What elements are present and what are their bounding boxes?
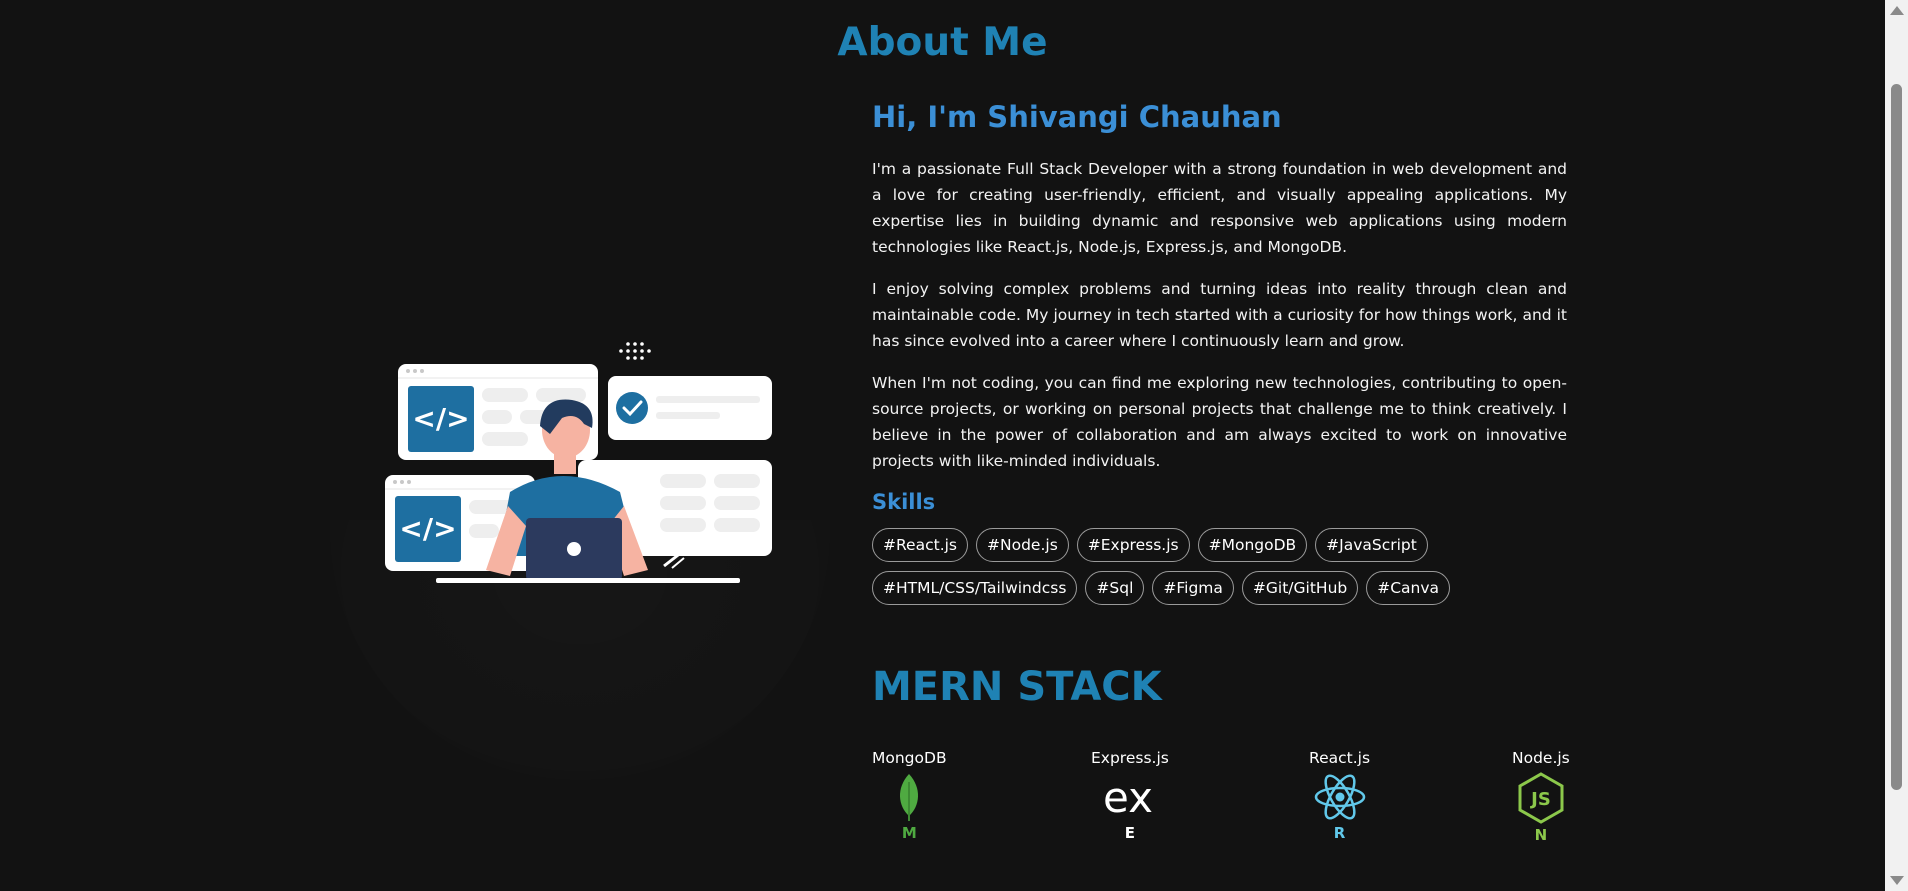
svg-text:</>: </> [412, 402, 469, 435]
svg-text:JS: JS [1529, 789, 1551, 810]
section-title: About Me [837, 20, 1048, 65]
express-icon: ex [1103, 773, 1153, 822]
mongodb-leaf-icon [900, 774, 919, 821]
stack-letter-m: M [901, 824, 917, 842]
react-atom-icon [1314, 774, 1365, 820]
skill-tag-mongodb[interactable]: #MongoDB [1197, 528, 1308, 562]
stack-item-react: React.js R [1309, 748, 1370, 842]
skill-tag-javascript[interactable]: #JavaScript [1315, 528, 1428, 562]
svg-text:ex: ex [1103, 773, 1153, 822]
stack-label-node: Node.js [1512, 749, 1570, 767]
stack-item-express: Express.js ex E [1091, 748, 1169, 842]
nodejs-hexagon-icon: JS [1518, 772, 1564, 824]
skill-tag-html-css-tailwind[interactable]: #HTML/CSS/Tailwindcss [872, 571, 1078, 605]
skill-tag-git-github[interactable]: #Git/GitHub [1241, 571, 1359, 605]
bio-paragraph-1: I'm a passionate Full Stack Developer wi… [872, 160, 1567, 256]
skill-tag-node[interactable]: #Node.js [976, 528, 1069, 562]
stack-label-mongodb: MongoDB [872, 749, 947, 767]
developer-illustration: </> </> [385, 342, 772, 583]
scrollbar-thumb[interactable] [1891, 84, 1902, 790]
dots-grid [619, 342, 651, 360]
scroll-down-arrow-icon[interactable] [1890, 876, 1904, 885]
skill-tag-sql[interactable]: #Sql [1085, 571, 1145, 605]
scroll-up-arrow-icon[interactable] [1890, 6, 1904, 15]
bio-paragraph-3: When I'm not coding, you can find me exp… [872, 374, 1567, 470]
vertical-scrollbar[interactable] [1885, 0, 1908, 891]
about-content: Hi, I'm Shivangi Chauhan I'm a passionat… [872, 96, 1567, 605]
bio-paragraph-2: I enjoy solving complex problems and tur… [872, 280, 1567, 350]
about-section: About Me </> </> Hi, I'm Shivangi Chauha… [0, 0, 1885, 891]
check-card [608, 376, 772, 440]
svg-text:</>: </> [399, 512, 456, 545]
stack-item-mongodb: MongoDB M [872, 748, 947, 842]
stack-label-express: Express.js [1091, 749, 1169, 767]
stack-letter-n: N [1534, 826, 1548, 844]
skill-tag-canva[interactable]: #Canva [1366, 571, 1451, 605]
skills-tag-list: #React.js #Node.js #Express.js #MongoDB … [872, 528, 1472, 605]
mern-stack-heading: MERN STACK [872, 664, 1162, 710]
skill-tag-express[interactable]: #Express.js [1076, 528, 1190, 562]
stack-letter-e: E [1124, 824, 1136, 842]
skill-tag-figma[interactable]: #Figma [1152, 571, 1234, 605]
skills-heading: Skills [872, 490, 936, 514]
skill-tag-react[interactable]: #React.js [872, 528, 969, 562]
stack-item-node: Node.js JS N [1512, 748, 1570, 844]
mern-stack-row: MongoDB M Express.js ex E React.js R Nod… [872, 748, 1570, 848]
stack-letter-r: R [1333, 824, 1346, 842]
stack-label-react: React.js [1309, 749, 1371, 767]
greeting-heading: Hi, I'm Shivangi Chauhan [872, 100, 1282, 134]
